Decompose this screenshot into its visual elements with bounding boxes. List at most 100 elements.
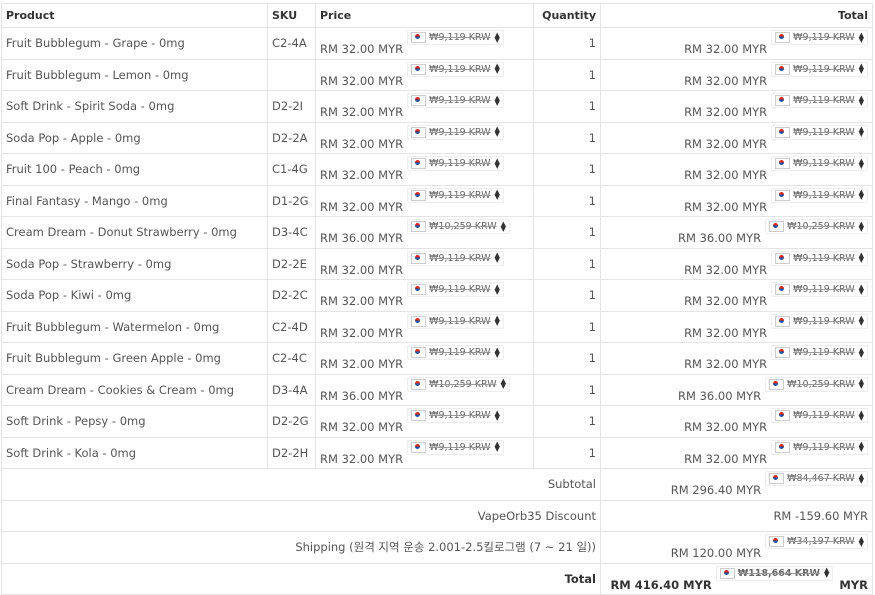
- up-down-arrow-icon: ▲ ▼: [858, 93, 864, 107]
- up-down-arrow-icon: ▲ ▼: [494, 30, 500, 44]
- currency-converter[interactable]: ₩9,119 KRW ▲ ▼: [407, 313, 504, 329]
- currency-converter[interactable]: ₩10,259 KRW ▲ ▼: [407, 219, 510, 235]
- subtotal-label: Subtotal: [1, 468, 601, 501]
- currency-converter[interactable]: ₩84,467 KRW ▲ ▼: [765, 471, 868, 487]
- korea-flag-icon: [775, 126, 791, 138]
- unit-price-krw: ₩10,259 KRW: [429, 221, 497, 233]
- unit-price: RM 32.00 MYR: [320, 325, 404, 340]
- currency-converter[interactable]: ₩10,259 KRW ▲ ▼: [765, 376, 868, 392]
- product-sku: C2-4C: [267, 342, 316, 375]
- currency-converter[interactable]: ₩9,119 KRW ▲ ▼: [407, 30, 504, 46]
- currency-converter[interactable]: ₩9,119 KRW ▲ ▼: [407, 408, 504, 424]
- korea-flag-icon: [719, 567, 735, 579]
- currency-converter[interactable]: ₩118,664 KRW ▲ ▼: [715, 565, 834, 581]
- unit-price: RM 32.00 MYR: [320, 451, 404, 466]
- up-down-arrow-icon: ▲ ▼: [858, 30, 864, 44]
- up-down-arrow-icon: ▲ ▼: [858, 534, 864, 548]
- product-name: Cream Dream - Donut Strawberry - 0mg: [1, 216, 268, 249]
- unit-price-krw: ₩9,119 KRW: [429, 441, 491, 453]
- product-name: Fruit Bubblegum - Lemon - 0mg: [1, 58, 268, 91]
- unit-price-krw: ₩9,119 KRW: [429, 126, 491, 138]
- unit-price: RM 32.00 MYR: [320, 262, 404, 277]
- currency-converter[interactable]: ₩9,119 KRW ▲ ▼: [771, 250, 868, 266]
- quantity: 1: [533, 405, 601, 438]
- table-row: Fruit Bubblegum - Watermelon - 0mg C2-4D…: [1, 310, 873, 343]
- quantity: 1: [533, 90, 601, 123]
- line-total-krw: ₩9,119 KRW: [793, 158, 855, 170]
- korea-flag-icon: [411, 410, 427, 422]
- currency-converter[interactable]: ₩9,119 KRW ▲ ▼: [771, 124, 868, 140]
- header-product: Product: [1, 3, 268, 28]
- product-sku: D2-2E: [267, 247, 316, 280]
- currency-converter[interactable]: ₩9,119 KRW ▲ ▼: [407, 93, 504, 109]
- up-down-arrow-icon: ▲ ▼: [858, 345, 864, 359]
- currency-converter[interactable]: ₩9,119 KRW ▲ ▼: [771, 187, 868, 203]
- korea-flag-icon: [411, 95, 427, 107]
- currency-converter[interactable]: ₩9,119 KRW ▲ ▼: [407, 345, 504, 361]
- korea-flag-icon: [411, 63, 427, 75]
- product-sku: [267, 58, 316, 91]
- product-sku: D3-4C: [267, 216, 316, 249]
- currency-converter[interactable]: ₩9,119 KRW ▲ ▼: [771, 282, 868, 298]
- korea-flag-icon: [769, 536, 785, 548]
- currency-converter[interactable]: ₩9,119 KRW ▲ ▼: [771, 439, 868, 455]
- table-row: Cream Dream - Donut Strawberry - 0mg D3-…: [1, 216, 873, 249]
- up-down-arrow-icon: ▲ ▼: [858, 440, 864, 454]
- unit-price-krw: ₩9,119 KRW: [429, 315, 491, 327]
- currency-converter[interactable]: ₩9,119 KRW ▲ ▼: [771, 30, 868, 46]
- currency-converter[interactable]: ₩34,197 KRW ▲ ▼: [765, 534, 868, 550]
- discount-value: RM -159.60 MYR: [600, 499, 873, 532]
- currency-converter[interactable]: ₩9,119 KRW ▲ ▼: [407, 282, 504, 298]
- table-row: Fruit 100 - Peach - 0mg C1-4G RM 32.00 M…: [1, 153, 873, 186]
- korea-flag-icon: [769, 378, 785, 390]
- product-name: Soft Drink - Spirit Soda - 0mg: [1, 90, 268, 123]
- unit-price: RM 32.00 MYR: [320, 420, 404, 435]
- korea-flag-icon: [775, 347, 791, 359]
- currency-converter[interactable]: ₩10,259 KRW ▲ ▼: [765, 219, 868, 235]
- up-down-arrow-icon: ▲ ▼: [858, 219, 864, 233]
- up-down-arrow-icon: ▲ ▼: [858, 314, 864, 328]
- product-name: Cream Dream - Cookies & Cream - 0mg: [1, 373, 268, 406]
- header-total: Total: [600, 3, 873, 28]
- currency-converter[interactable]: ₩9,119 KRW ▲ ▼: [407, 250, 504, 266]
- currency-converter[interactable]: ₩9,119 KRW ▲ ▼: [771, 313, 868, 329]
- korea-flag-icon: [411, 252, 427, 264]
- currency-converter[interactable]: ₩9,119 KRW ▲ ▼: [407, 124, 504, 140]
- product-sku: D2-2A: [267, 121, 316, 154]
- shipping-krw: ₩34,197 KRW: [787, 536, 855, 548]
- up-down-arrow-icon: ▲ ▼: [858, 282, 864, 296]
- line-total: RM 32.00 MYR: [684, 168, 768, 183]
- line-total-krw: ₩9,119 KRW: [793, 63, 855, 75]
- up-down-arrow-icon: ▲ ▼: [494, 125, 500, 139]
- unit-price-krw: ₩9,119 KRW: [429, 158, 491, 170]
- currency-converter[interactable]: ₩9,119 KRW ▲ ▼: [407, 156, 504, 172]
- currency-converter[interactable]: ₩9,119 KRW ▲ ▼: [771, 345, 868, 361]
- korea-flag-icon: [411, 315, 427, 327]
- table-row: Soda Pop - Strawberry - 0mg D2-2E RM 32.…: [1, 247, 873, 280]
- quantity: 1: [533, 216, 601, 249]
- currency-converter[interactable]: ₩9,119 KRW ▲ ▼: [771, 156, 868, 172]
- up-down-arrow-icon: ▲ ▼: [494, 282, 500, 296]
- currency-converter[interactable]: ₩9,119 KRW ▲ ▼: [771, 408, 868, 424]
- table-row: Soft Drink - Spirit Soda - 0mg D2-2I RM …: [1, 90, 873, 123]
- table-header-row: Product SKU Price Quantity Total: [1, 3, 873, 28]
- currency-converter[interactable]: ₩10,259 KRW ▲ ▼: [407, 376, 510, 392]
- currency-converter[interactable]: ₩9,119 KRW ▲ ▼: [407, 439, 504, 455]
- currency-converter[interactable]: ₩9,119 KRW ▲ ▼: [407, 61, 504, 77]
- product-sku: C2-4D: [267, 310, 316, 343]
- unit-price-krw: ₩9,119 KRW: [429, 63, 491, 75]
- product-sku: D2-2C: [267, 279, 316, 312]
- currency-converter[interactable]: ₩9,119 KRW ▲ ▼: [771, 61, 868, 77]
- currency-converter[interactable]: ₩9,119 KRW ▲ ▼: [771, 93, 868, 109]
- quantity: 1: [533, 27, 601, 60]
- quantity: 1: [533, 342, 601, 375]
- korea-flag-icon: [775, 95, 791, 107]
- table-row: Fruit Bubblegum - Grape - 0mg C2-4A RM 3…: [1, 27, 873, 60]
- quantity: 1: [533, 310, 601, 343]
- currency-converter[interactable]: ₩9,119 KRW ▲ ▼: [407, 187, 504, 203]
- table-row: Fruit Bubblegum - Green Apple - 0mg C2-4…: [1, 342, 873, 375]
- up-down-arrow-icon: ▲ ▼: [494, 93, 500, 107]
- subtotal-value: RM 296.40 MYR: [670, 483, 762, 498]
- unit-price: RM 32.00 MYR: [320, 105, 404, 120]
- up-down-arrow-icon: ▲ ▼: [494, 251, 500, 265]
